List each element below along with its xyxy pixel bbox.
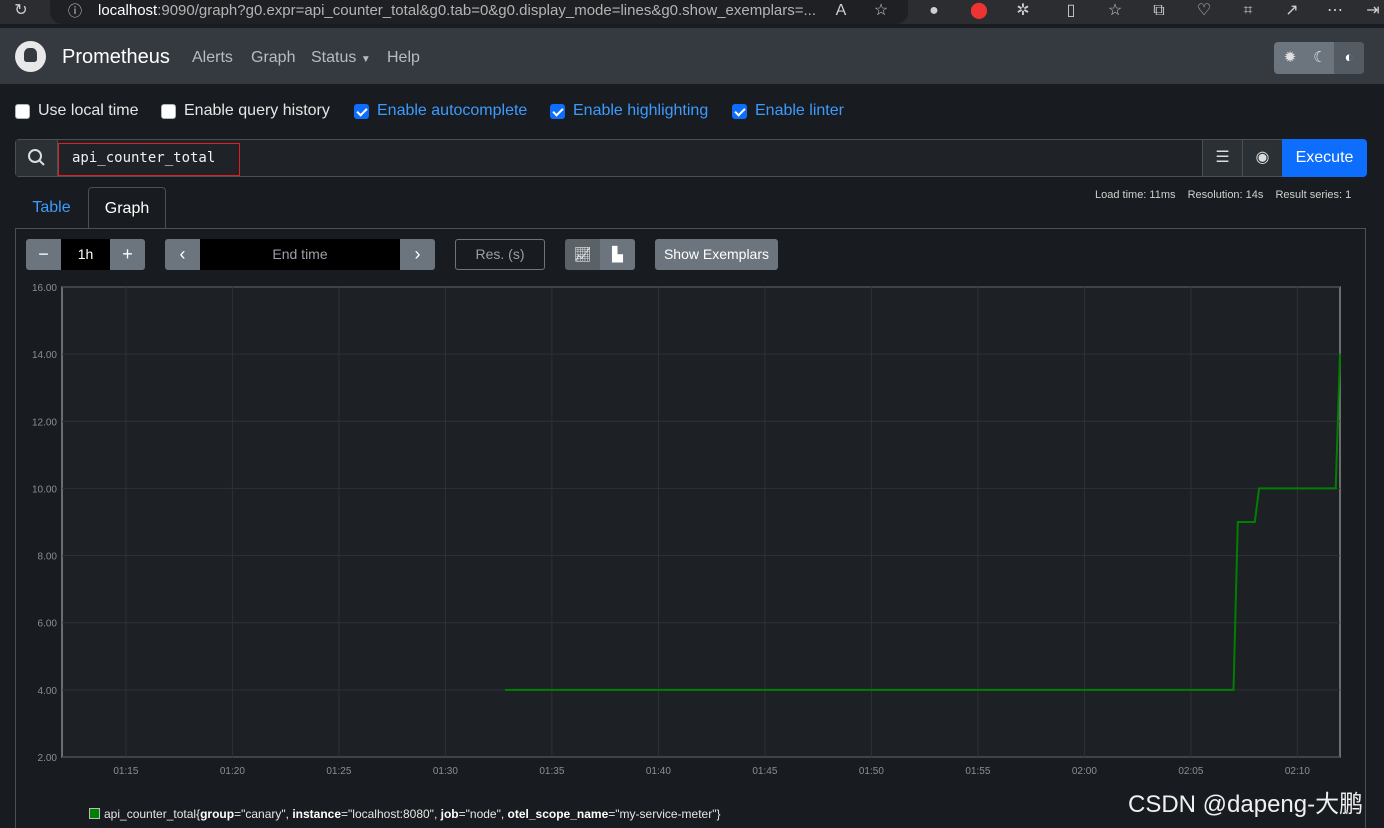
more-icon[interactable]: ⋯ (1324, 1, 1346, 21)
query-history-checkbox[interactable] (161, 103, 176, 119)
highlight-box (58, 143, 240, 176)
option-linter[interactable]: Enable linter (732, 101, 844, 121)
load-time: Load time: 11ms (1095, 189, 1176, 201)
resolution: Resolution: 14s (1187, 189, 1264, 201)
legend-value: "node" (465, 807, 501, 821)
navbar: Prometheus Alerts Graph Status ▼ Help ✹ … (0, 28, 1384, 84)
option-highlighting[interactable]: Enable highlighting (550, 101, 708, 121)
show-exemplars-button[interactable]: Show Exemplars (655, 239, 778, 270)
read-aloud-icon[interactable]: A (830, 1, 852, 21)
expression-input[interactable]: api_counter_total (58, 140, 1203, 176)
legend-value: "canary" (241, 807, 286, 821)
linter-checkbox[interactable] (732, 103, 747, 119)
sidebar-icon[interactable]: ⇥ (1362, 1, 1384, 21)
option-label: Enable highlighting (573, 102, 709, 119)
puzzle-icon[interactable]: ✲ (1012, 1, 1034, 21)
health-icon[interactable]: ♡ (1193, 1, 1215, 21)
resolution-input[interactable]: Res. (s) (455, 239, 545, 270)
decrease-range-button[interactable]: − (26, 239, 61, 270)
highlighting-checkbox[interactable] (550, 103, 565, 119)
legend-key: group (200, 807, 235, 821)
legend-key: instance (292, 807, 342, 821)
option-label: Enable autocomplete (377, 102, 528, 119)
chevron-right-icon[interactable]: › (400, 239, 435, 270)
local-time-checkbox[interactable] (15, 103, 30, 119)
nav-alerts[interactable]: Alerts (192, 49, 233, 67)
tab-table[interactable]: Table (15, 187, 88, 229)
legend: api_counter_total{group="canary", instan… (89, 807, 720, 821)
nav-status-label: Status (311, 49, 357, 66)
search-icon (16, 140, 58, 176)
option-label: Enable linter (755, 102, 844, 119)
legend-key: otel_scope_name (507, 807, 609, 821)
increase-range-button[interactable]: + (110, 239, 145, 270)
option-local-time[interactable]: Use local time (15, 101, 138, 121)
range-input[interactable]: 1h (61, 239, 110, 270)
query-stats: Load time: 11ms Resolution: 14s Result s… (1095, 189, 1351, 201)
autocomplete-checkbox[interactable] (354, 103, 369, 119)
tab-graph[interactable]: Graph (88, 187, 166, 229)
favorite-star-icon[interactable]: ☆ (870, 1, 892, 21)
nav-graph[interactable]: Graph (251, 49, 295, 67)
legend-key: job (440, 807, 459, 821)
adblock-icon[interactable]: ⬤ (968, 1, 990, 21)
series-swatch[interactable] (89, 808, 100, 819)
end-time-input[interactable]: End time (200, 239, 400, 270)
stacked-chart-icon[interactable]: ▙ (600, 239, 635, 270)
nav-status[interactable]: Status ▼ (311, 49, 371, 67)
split-screen-icon[interactable]: ▯ (1060, 1, 1082, 21)
extension-icon[interactable]: ● (923, 1, 945, 21)
execute-button[interactable]: Execute (1282, 139, 1367, 177)
option-label: Use local time (38, 102, 139, 119)
graph-panel (15, 228, 1366, 828)
option-autocomplete[interactable]: Enable autocomplete (354, 101, 527, 121)
legend-metric: api_counter_total (104, 807, 197, 821)
caret-down-icon: ▼ (360, 54, 371, 65)
dark-theme-icon[interactable]: ☾ (1305, 42, 1335, 74)
metrics-explorer-icon[interactable]: ◉ (1242, 140, 1282, 176)
option-query-history[interactable]: Enable query history (161, 101, 330, 121)
browser-toolbar: ↻ ⓘ localhost:9090/graph?g0.expr=api_cou… (0, 0, 1384, 24)
chevron-left-icon[interactable]: ‹ (165, 239, 200, 270)
format-expression-icon[interactable]: ☰ (1202, 140, 1242, 176)
result-series: Result series: 1 (1275, 189, 1352, 201)
url-text: localhost:9090/graph?g0.expr=api_counter… (98, 2, 816, 19)
brand[interactable]: Prometheus (62, 46, 170, 69)
legend-value: "localhost:8080" (348, 807, 434, 821)
auto-theme-icon[interactable]: ◐ (1334, 42, 1364, 74)
watermark: CSDN @dapeng-大鹏 (1128, 791, 1364, 818)
theme-switcher: ✹ ☾ ◐ (1274, 42, 1364, 74)
info-icon[interactable]: ⓘ (64, 1, 86, 21)
legend-value: "my-service-meter" (615, 807, 717, 821)
option-label: Enable query history (184, 102, 330, 119)
reload-icon[interactable]: ↻ (10, 1, 32, 21)
nav-help[interactable]: Help (387, 49, 420, 67)
collections-icon[interactable]: ⧉ (1148, 1, 1170, 21)
query-bar: api_counter_total ☰ ◉ Execute (15, 139, 1367, 177)
prometheus-logo-icon[interactable] (15, 41, 46, 72)
favorites-icon[interactable]: ☆ (1104, 1, 1126, 21)
light-theme-icon[interactable]: ✹ (1275, 42, 1305, 74)
line-chart-icon[interactable]: 📈︎ (565, 239, 600, 270)
share-icon[interactable]: ↗ (1281, 1, 1303, 21)
screenshot-icon[interactable]: ⌗ (1237, 1, 1259, 21)
address-bar[interactable]: ⓘ localhost:9090/graph?g0.expr=api_count… (50, 0, 908, 24)
